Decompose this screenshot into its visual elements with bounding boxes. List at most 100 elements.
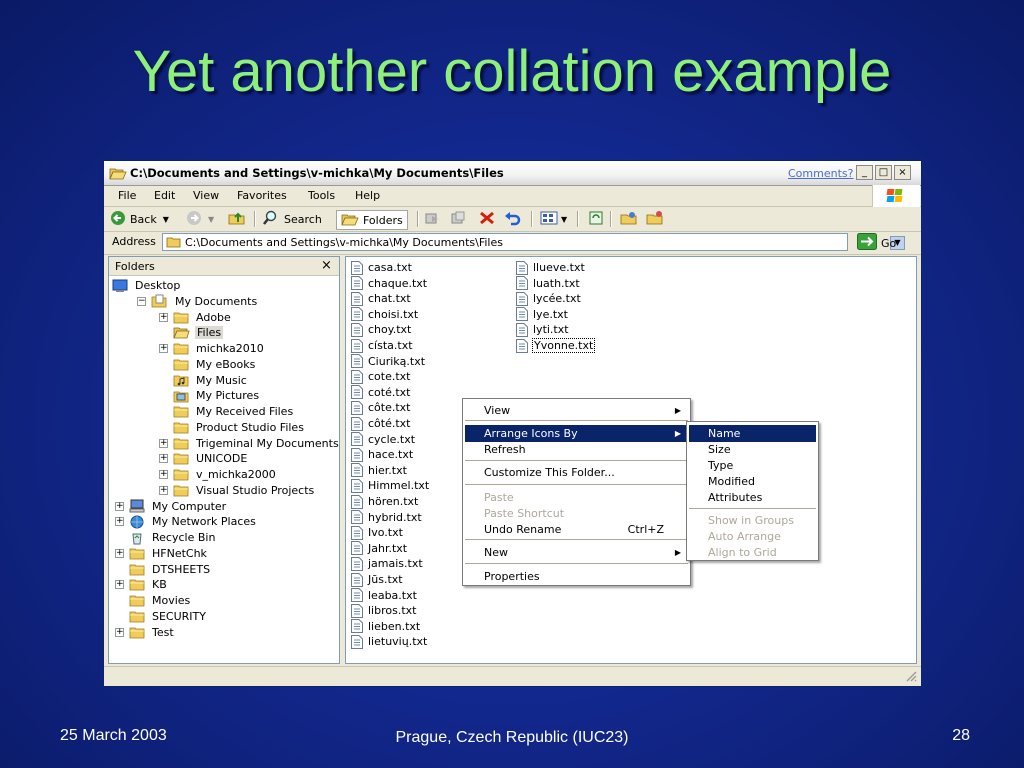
tree-expander-icon[interactable]: + — [115, 627, 124, 637]
context-menu-item[interactable]: Properties — [465, 568, 688, 585]
context-menu-item[interactable]: Paste — [465, 489, 688, 506]
tree-expander-icon[interactable]: + — [159, 344, 168, 353]
folders-close-icon[interactable]: × — [321, 258, 332, 273]
views-button[interactable]: ▼ — [540, 210, 567, 228]
tree-item[interactable]: DTSHEETS — [115, 562, 212, 577]
tree-item[interactable]: My Received Files — [159, 404, 295, 419]
tree-expander-icon[interactable]: + — [159, 485, 168, 495]
file-item[interactable]: leaba.txt — [351, 588, 417, 603]
maximize-button[interactable]: □ — [875, 165, 892, 180]
tree-expander-icon[interactable]: + — [115, 501, 124, 511]
tree-item[interactable]: SECURITY — [115, 609, 208, 624]
tree-item[interactable]: My Pictures — [159, 388, 261, 403]
tree-expander-icon[interactable]: + — [159, 312, 168, 322]
tree-item[interactable]: + Visual Studio Projects — [159, 483, 316, 498]
tree-expander-icon[interactable]: + — [159, 454, 168, 464]
tree-item[interactable]: + Trigeminal My Documents — [159, 436, 339, 451]
file-item[interactable]: jamais.txt — [351, 556, 423, 571]
file-item[interactable]: Himmel.txt — [351, 478, 429, 493]
copy-to-button[interactable] — [450, 210, 466, 228]
tree-expander-icon[interactable]: + — [115, 517, 124, 527]
file-item[interactable]: císta.txt — [351, 338, 413, 353]
submenu-item[interactable]: Modified — [689, 473, 816, 490]
tree-item[interactable]: Movies — [115, 593, 192, 608]
file-item[interactable]: hier.txt — [351, 463, 407, 478]
menu-tools[interactable]: Tools — [308, 189, 335, 202]
tree-expander-icon[interactable]: + — [115, 548, 124, 558]
views-dropdown-icon[interactable]: ▼ — [561, 215, 567, 224]
tree-item[interactable]: + v_michka2000 — [159, 467, 278, 482]
tree-item[interactable]: Desktop — [112, 278, 182, 293]
back-dropdown-icon[interactable]: ▼ — [163, 215, 169, 224]
submenu-item[interactable]: Name — [689, 425, 816, 442]
file-item[interactable]: choy.txt — [351, 322, 411, 337]
tree-item[interactable]: + UNICODE — [159, 451, 249, 466]
comments-link[interactable]: Comments? — [788, 167, 853, 180]
submenu-item[interactable]: Show in Groups — [689, 512, 816, 529]
menu-file[interactable]: File — [118, 189, 136, 202]
file-item[interactable]: libros.txt — [351, 603, 416, 618]
file-item[interactable]: lyti.txt — [516, 322, 569, 337]
resize-grip-icon[interactable] — [905, 670, 917, 685]
context-menu-item[interactable]: Refresh — [465, 441, 688, 458]
file-item[interactable]: lieben.txt — [351, 619, 420, 634]
delete-button[interactable] — [478, 210, 496, 228]
submenu-item[interactable]: Attributes — [689, 489, 816, 506]
file-item[interactable]: hace.txt — [351, 447, 413, 462]
back-button[interactable]: Back ▼ — [110, 210, 169, 228]
forward-button[interactable]: ▼ — [186, 210, 214, 228]
move-to-button[interactable] — [424, 210, 440, 228]
context-menu-item[interactable]: Customize This Folder... — [465, 464, 688, 481]
file-item[interactable]: lycée.txt — [516, 291, 581, 306]
tree-item[interactable]: + My Network Places — [115, 514, 258, 529]
tree-item[interactable]: Product Studio Files — [159, 420, 306, 435]
up-folder-button[interactable] — [228, 210, 246, 228]
forward-dropdown-icon[interactable]: ▼ — [208, 215, 214, 224]
tree-item[interactable]: My Music — [159, 373, 249, 388]
minimize-button[interactable]: _ — [856, 165, 873, 180]
file-item[interactable]: cycle.txt — [351, 432, 415, 447]
search-button[interactable]: Search — [262, 210, 322, 228]
file-item[interactable]: hybrid.txt — [351, 510, 422, 525]
tree-item[interactable]: Files — [159, 325, 224, 340]
tree-item[interactable]: − My Documents — [137, 294, 259, 309]
file-item[interactable]: côte.txt — [351, 400, 411, 415]
go-button[interactable]: Go — [857, 233, 896, 252]
tree-item[interactable]: + HFNetChk — [115, 546, 209, 561]
context-menu-item[interactable]: Arrange Icons By ▶ — [465, 425, 688, 442]
file-item[interactable]: Yvonne.txt — [516, 338, 596, 353]
tree-item[interactable]: + My Computer — [115, 499, 228, 514]
tree-item[interactable]: + Adobe — [159, 310, 233, 325]
file-item[interactable]: lietuvių.txt — [351, 634, 427, 649]
tree-expander-icon[interactable]: + — [159, 438, 168, 448]
sync-button[interactable] — [588, 210, 604, 228]
file-item[interactable]: Ciuriką.txt — [351, 354, 425, 369]
file-item[interactable]: côté.txt — [351, 416, 411, 431]
title-bar[interactable]: C:\Documents and Settings\v-michka\My Do… — [104, 161, 921, 186]
file-item[interactable]: hören.txt — [351, 494, 418, 509]
submenu-item[interactable]: Size — [689, 441, 816, 458]
context-menu-item[interactable]: View ▶ — [465, 402, 688, 419]
submenu-item[interactable]: Type — [689, 457, 816, 474]
file-item[interactable]: lye.txt — [516, 307, 568, 322]
tree-item[interactable]: + Test — [115, 625, 176, 640]
file-item[interactable]: chat.txt — [351, 291, 411, 306]
menu-edit[interactable]: Edit — [154, 189, 175, 202]
file-item[interactable]: chaque.txt — [351, 276, 427, 291]
file-item[interactable]: luath.txt — [516, 276, 580, 291]
context-menu-item[interactable]: Undo Rename Ctrl+Z — [465, 521, 688, 538]
tree-expander-icon[interactable]: − — [137, 296, 146, 306]
tree-item[interactable]: Recycle Bin — [115, 530, 217, 545]
menu-help[interactable]: Help — [355, 189, 380, 202]
context-menu-item[interactable]: New ▶ — [465, 544, 688, 561]
context-menu-item[interactable]: Paste Shortcut — [465, 505, 688, 522]
tree-item[interactable]: + michka2010 — [159, 341, 266, 356]
file-item[interactable]: coté.txt — [351, 385, 411, 400]
submenu-item[interactable]: Auto Arrange — [689, 528, 816, 545]
menu-view[interactable]: View — [193, 189, 219, 202]
tree-item[interactable]: + KB — [115, 577, 169, 592]
address-input[interactable]: C:\Documents and Settings\v-michka\My Do… — [162, 233, 905, 251]
file-item[interactable]: Jahr.txt — [351, 541, 407, 556]
undo-button[interactable] — [504, 210, 522, 228]
file-item[interactable]: choisi.txt — [351, 307, 418, 322]
